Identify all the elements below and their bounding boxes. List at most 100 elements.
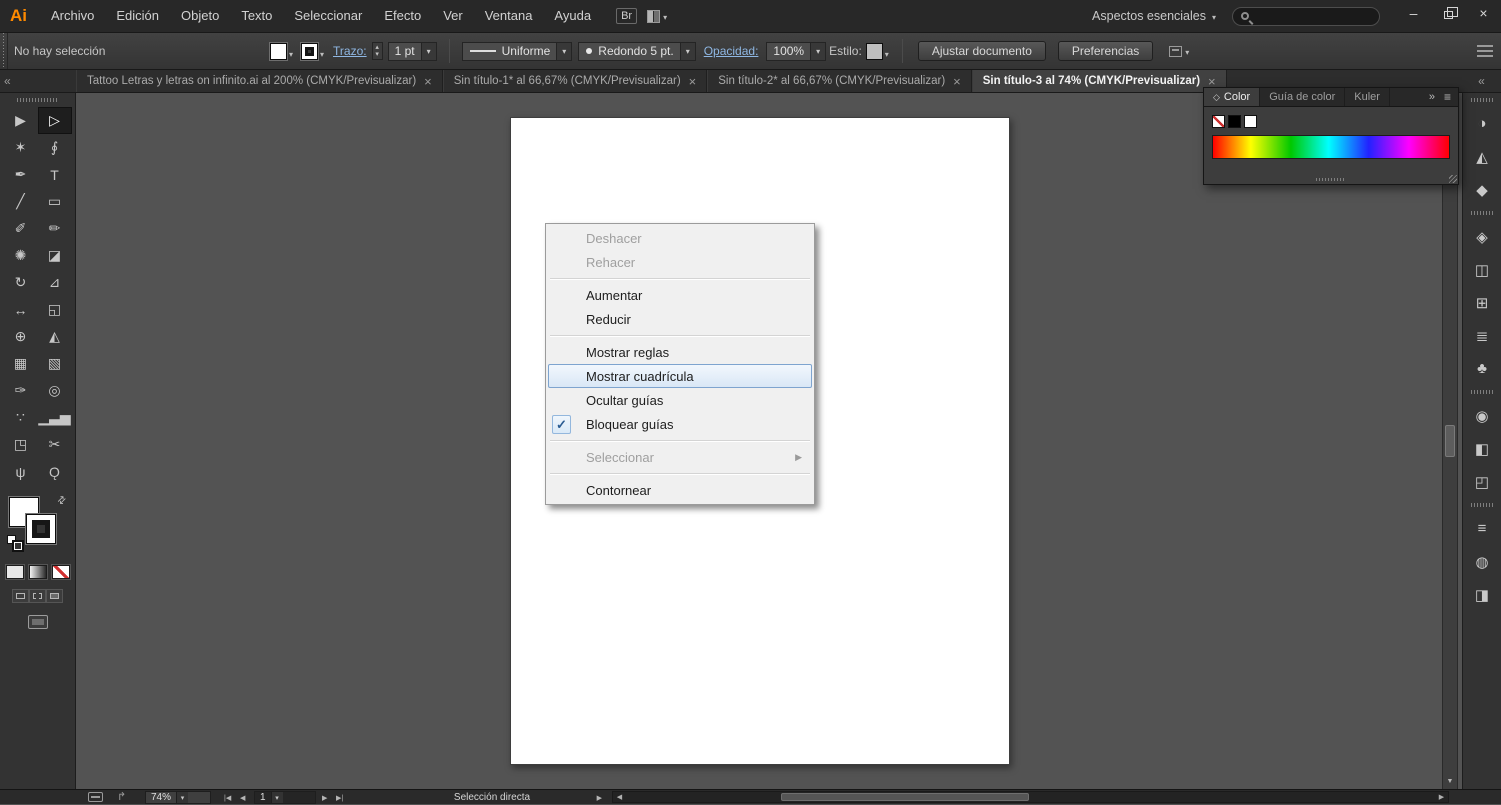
vertical-scroll-thumb[interactable] — [1445, 425, 1455, 457]
menu-archivo[interactable]: Archivo — [40, 0, 105, 32]
menu-item-bloquear-guias[interactable]: ✓Bloquear guías — [548, 412, 812, 436]
artboard-tool[interactable]: ◳ — [4, 431, 38, 458]
panel-tab-kuler[interactable]: Kuler — [1345, 88, 1390, 106]
magic-wand-tool[interactable]: ✶ — [4, 134, 38, 161]
menu-edicion[interactable]: Edición — [105, 0, 170, 32]
scroll-left-icon[interactable] — [613, 792, 626, 802]
eyedropper-tool[interactable]: ✑ — [4, 377, 38, 404]
stroke-panel-icon[interactable]: ◍ — [1463, 545, 1501, 578]
fit-document-button[interactable]: Ajustar documento — [918, 41, 1046, 61]
swatch-black[interactable] — [1228, 115, 1241, 128]
document-setup-options[interactable] — [1169, 44, 1189, 58]
fill-color-picker[interactable] — [270, 43, 293, 60]
swatches-panel-icon[interactable]: ⊞ — [1463, 286, 1501, 319]
swatch-none[interactable] — [1212, 115, 1225, 128]
free-transform-tool[interactable]: ◱ — [38, 296, 72, 323]
align-panel-icon[interactable]: ≣ — [1463, 319, 1501, 352]
close-button[interactable]: × — [1466, 0, 1501, 26]
next-artboard-button[interactable] — [322, 791, 327, 804]
document-tab[interactable]: Sin título-2* al 66,67% (CMYK/Previsuali… — [707, 70, 972, 92]
menu-ver[interactable]: Ver — [432, 0, 474, 32]
toolbar-grip[interactable] — [17, 98, 59, 102]
color-guide-panel-icon[interactable]: ◭ — [1463, 140, 1501, 173]
type-tool[interactable]: T — [38, 161, 72, 188]
symbols-panel-icon[interactable]: ◰ — [1463, 465, 1501, 498]
menu-efecto[interactable]: Efecto — [373, 0, 432, 32]
horizontal-scroll-thumb[interactable] — [781, 793, 1029, 801]
menu-objeto[interactable]: Objeto — [170, 0, 230, 32]
draw-inside-button[interactable] — [46, 589, 63, 603]
color-panel-icon[interactable]: ◑ — [1463, 107, 1501, 140]
previous-artboard-button[interactable] — [240, 791, 245, 804]
direct-selection-tool[interactable]: ▷ — [38, 107, 72, 134]
mesh-tool[interactable]: ▦ — [4, 350, 38, 377]
transparency-panel-icon[interactable]: ◧ — [1463, 432, 1501, 465]
stroke-panel-link[interactable]: Trazo: — [333, 44, 367, 58]
stroke-color-picker[interactable] — [301, 43, 324, 60]
document-tab[interactable]: Sin título-3 al 74% (CMYK/Previsualizar)… — [972, 70, 1227, 92]
menu-seleccionar[interactable]: Seleccionar — [283, 0, 373, 32]
pathfinder-panel-icon[interactable]: ♣ — [1463, 352, 1501, 385]
pencil-tool[interactable]: ✏ — [38, 215, 72, 242]
minimize-button[interactable]: – — [1396, 0, 1431, 26]
restore-button[interactable] — [1431, 0, 1466, 26]
document-tab[interactable]: Tattoo Letras y letras on infinito.ai al… — [76, 70, 443, 92]
hand-tool[interactable]: ψ — [4, 458, 38, 485]
status-tool-readout[interactable]: Selección directa — [378, 790, 606, 805]
scale-tool[interactable]: ⊿ — [38, 269, 72, 296]
menu-ventana[interactable]: Ventana — [474, 0, 544, 32]
lasso-tool[interactable]: ∮ — [38, 134, 72, 161]
menu-item-contornear[interactable]: Contornear — [548, 478, 812, 502]
chevron-down-icon[interactable] — [680, 43, 695, 60]
symbol-sprayer-tool[interactable]: ∵ — [4, 404, 38, 431]
export-icon[interactable] — [117, 792, 132, 802]
pen-tool[interactable]: ✒ — [4, 161, 38, 188]
gradient-tool[interactable]: ▧ — [38, 350, 72, 377]
dock-collapse-button[interactable] — [1462, 70, 1501, 92]
width-profile-combo[interactable]: Uniforme — [462, 42, 573, 61]
blend-tool[interactable]: ◎ — [38, 377, 72, 404]
gradient-panel-icon[interactable]: ◉ — [1463, 399, 1501, 432]
control-bar-grip[interactable] — [0, 33, 8, 69]
layers-panel-icon[interactable]: ◈ — [1463, 220, 1501, 253]
toolbar-collapse-button[interactable] — [0, 70, 76, 92]
paragraph-panel-icon[interactable]: ≡ — [1463, 512, 1501, 545]
color-mode-button[interactable] — [6, 565, 24, 579]
control-panel-menu-icon[interactable] — [1477, 45, 1493, 57]
menu-item-ocultar-guias[interactable]: Ocultar guías — [548, 388, 812, 412]
stroke-width-combo[interactable]: 1 pt — [388, 42, 437, 61]
selection-tool[interactable]: ▶ — [4, 107, 38, 134]
stroke-width-stepper[interactable] — [372, 42, 383, 60]
slice-tool[interactable]: ✂ — [38, 431, 72, 458]
artboards-panel-icon[interactable]: ◫ — [1463, 253, 1501, 286]
default-fill-stroke-icon[interactable] — [7, 535, 16, 544]
perspective-grid-tool[interactable]: ◭ — [38, 323, 72, 350]
tab-close-icon[interactable]: × — [424, 74, 432, 89]
paintbrush-tool[interactable]: ✐ — [4, 215, 38, 242]
workspace-switcher[interactable]: Aspectos esenciales — [1092, 9, 1216, 23]
first-artboard-button[interactable] — [224, 791, 231, 804]
shape-builder-tool[interactable]: ⊕ — [4, 323, 38, 350]
panel-collapse-icon[interactable] — [1429, 91, 1435, 103]
preferences-button[interactable]: Preferencias — [1058, 41, 1153, 61]
panel-tab-color[interactable]: ◇Color — [1204, 88, 1260, 106]
panel-resize-grip[interactable] — [1449, 175, 1457, 183]
chevron-down-icon[interactable] — [421, 43, 436, 60]
arrange-documents-button[interactable] — [647, 7, 667, 25]
chevron-down-icon[interactable] — [810, 43, 825, 60]
scroll-down-icon[interactable] — [1443, 775, 1457, 789]
brush-definition-combo[interactable]: Redondo 5 pt. — [578, 42, 695, 61]
width-tool[interactable]: ↔ — [4, 296, 38, 323]
menu-item-aumentar[interactable]: Aumentar — [548, 283, 812, 307]
draw-behind-button[interactable] — [29, 589, 46, 603]
tab-close-icon[interactable]: × — [689, 74, 697, 89]
artboard-nav-field[interactable]: 1 — [254, 791, 316, 804]
panel-tab-guia-de-color[interactable]: Guía de color — [1260, 88, 1345, 106]
swap-fill-stroke-icon[interactable] — [55, 494, 69, 508]
eraser-tool[interactable]: ◪ — [38, 242, 72, 269]
search-box[interactable] — [1232, 7, 1380, 26]
zoom-combo[interactable]: 74% — [145, 791, 211, 804]
menu-item-mostrar-reglas[interactable]: Mostrar reglas — [548, 340, 812, 364]
search-input[interactable] — [1255, 10, 1371, 22]
color-spectrum[interactable] — [1212, 135, 1450, 159]
